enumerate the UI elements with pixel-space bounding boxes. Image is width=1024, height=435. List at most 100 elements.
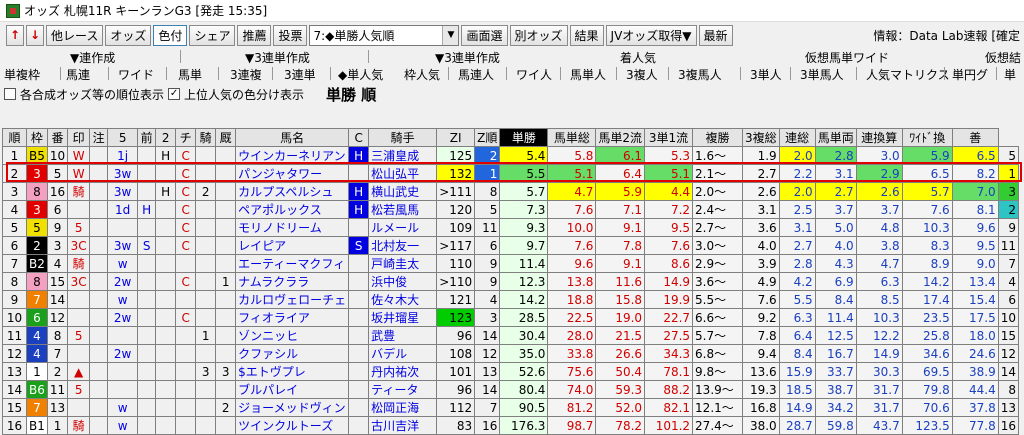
table-cell: 123.5 <box>901 416 953 435</box>
table-cell: 浜中俊 <box>368 272 438 291</box>
odds-button[interactable]: オッズ <box>105 24 152 46</box>
column-header[interactable]: 馬単2流 <box>595 128 646 147</box>
table-cell: 12.2 <box>855 326 903 345</box>
tab-umaren-ninki[interactable]: 馬連人 <box>458 66 494 83</box>
tab-tan-more[interactable]: 単 <box>1004 66 1016 83</box>
recommend-button[interactable]: 推薦 <box>237 24 272 46</box>
column-header[interactable]: 5 <box>107 128 139 147</box>
prev-race-button[interactable]: ↑ <box>6 24 24 46</box>
column-header[interactable]: C <box>348 128 370 147</box>
table-cell: C <box>175 308 197 327</box>
column-header[interactable]: ZI <box>436 128 476 147</box>
table-cell: 5 <box>67 380 91 399</box>
column-header[interactable]: 2 <box>155 128 177 147</box>
column-header[interactable]: 印 <box>67 128 91 147</box>
table-row[interactable]: 9 7 14 w カルロヴェローチェ 佐々木大 121 4 14.2 18.8 15.8 19.9 5.… <box>2 290 1019 309</box>
table-row[interactable]: 10 6 12 2w C フィオライア 坂井瑠星 123 3 28.5 22.5 19.0 22.7 6.… <box>2 308 1019 327</box>
table-row[interactable]: 14 B6 11 5 ブルパレイ ティータ 96 14 80.4 74.0 59.3 88.2 13.9… <box>2 380 1019 399</box>
tab-tanen-graph[interactable]: 単円グ <box>952 66 988 83</box>
menu-group-3renfuku[interactable]: ▼3連単作成 <box>435 49 500 66</box>
table-row[interactable]: 4 3 6 1d H C ペアポルックス H 松若風馬 120 5 7.3 7.6 7.1 7.2 2.4〜 3… <box>2 200 1019 219</box>
title-bar: オッズ 札幌11R キーンランG3 [発走 15:35] <box>0 0 1024 22</box>
tab-ninki-matrix[interactable]: 人気マトリクス <box>866 66 950 83</box>
screen-select-button[interactable]: 画面選 <box>461 24 508 46</box>
share-button[interactable]: シェア <box>189 24 236 46</box>
result-button[interactable]: 結果 <box>569 24 604 46</box>
table-cell: 3w <box>107 164 139 183</box>
menu-group-3rentan[interactable]: ▼3連単作成 <box>245 49 310 66</box>
table-row[interactable]: 1 B5 10 W 1j H C ウインカーネリアン H 三浦皇成 125 2 5.4 5.8 6.1 5.3… <box>2 146 1019 165</box>
table-cell: 11.4 <box>814 308 857 327</box>
column-header[interactable]: 馬単総 <box>547 128 597 147</box>
table-row[interactable]: 13 1 2 ▲ 3 3 $エトヴプレ 丹内祐次 101 13 52.6 75.6 50.4 78.1 9.… <box>2 362 1019 381</box>
table-cell: 2.0 <box>778 146 816 165</box>
menu-group-virtual[interactable]: 仮想馬単ワイド <box>805 49 889 66</box>
chevron-down-icon[interactable]: ▼ <box>442 25 459 45</box>
column-header[interactable]: 連換算 <box>855 128 903 147</box>
column-header[interactable]: 騎 <box>195 128 217 147</box>
color-button[interactable]: 色付 <box>153 24 188 46</box>
column-header[interactable]: 馬名 <box>235 128 350 147</box>
column-header[interactable]: 馬単両 <box>814 128 857 147</box>
column-header[interactable]: Z順 <box>474 128 501 147</box>
table-cell <box>137 416 157 435</box>
other-odds-button[interactable]: 別オッズ <box>509 24 568 46</box>
tab-wide[interactable]: ワイド <box>118 66 154 83</box>
color-top-checkbox[interactable]: ✓ <box>168 88 181 100</box>
column-header[interactable]: 厩 <box>215 128 237 147</box>
column-header[interactable]: 騎手 <box>368 128 438 147</box>
table-cell: 3.1 <box>742 200 780 219</box>
table-row[interactable]: 3 8 16 騎 3w H C 2 カルプスペルシュ H 横山武史 >111 8 5.7 4.7 5.9 4.4… <box>2 182 1019 201</box>
menu-group-popularity[interactable]: 着人気 <box>620 49 656 66</box>
table-cell: 2 <box>215 398 237 417</box>
jv-odds-button[interactable]: JVオッズ取得▼ <box>605 24 697 46</box>
tab-wide-ninki[interactable]: ワイ人 <box>516 66 552 83</box>
table-cell: >110 <box>436 272 476 291</box>
table-row[interactable]: 6 2 3 3C 3w S C レイピア S 北村友一 >117 6 9.7 7.6 7.8 7.6 3.0〜 4… <box>2 236 1019 255</box>
table-row[interactable]: 12 4 7 2w クファシル バデル 108 12 35.0 33.8 26.6 34.3 6.8〜 9… <box>2 344 1019 363</box>
table-cell: 10.3 <box>901 218 953 237</box>
table-row[interactable]: 15 7 13 w 2 ジョーメッドヴィン 松岡正海 112 7 90.5 81.2 52.0 82.1… <box>2 398 1019 417</box>
column-header[interactable]: 番 <box>46 128 69 147</box>
tab-3rentan[interactable]: 3連単 <box>284 66 316 83</box>
rank-display-checkbox[interactable] <box>4 88 16 100</box>
table-row[interactable]: 8 8 15 3C 2w C 1 ナムラクララ 浜中俊 >110 9 12.3 13.8 11.6 14.9… <box>2 272 1019 291</box>
column-header[interactable]: 順 <box>2 128 27 147</box>
vote-button[interactable]: 投票 <box>273 24 308 46</box>
table-cell <box>137 326 157 345</box>
table-cell: 14.9 <box>855 344 903 363</box>
column-header[interactable]: 注 <box>89 128 109 147</box>
column-header[interactable]: 前 <box>137 128 157 147</box>
column-header[interactable]: 連総 <box>778 128 816 147</box>
column-header[interactable]: チ <box>175 128 197 147</box>
tab-3tanuma-ninki[interactable]: 3単馬人 <box>800 66 844 83</box>
sort-select[interactable]: 7:◆単勝人気順 ▼ <box>309 24 460 46</box>
table-row[interactable]: 16 B1 1 騎 w ツインクルトーズ 古川吉洋 83 16 176.3 98.7 78.2 101.… <box>2 416 1019 435</box>
tab-umatan[interactable]: 馬単 <box>178 66 202 83</box>
tab-3fukuuma-ninki[interactable]: 3複馬人 <box>678 66 722 83</box>
tab-3fuku-ninki[interactable]: 3複人 <box>626 66 658 83</box>
column-header[interactable]: 単勝 <box>499 128 549 147</box>
menu-group-ren[interactable]: ▼連作成 <box>70 49 115 66</box>
tab-tanfukuwaku[interactable]: 単複枠 <box>4 66 40 83</box>
column-header[interactable]: 3単1流 <box>644 128 694 147</box>
table-row[interactable]: 5 5 9 5 C モリノドリーム ルメール 109 11 9.3 10.0 9.1 9.5 2.7〜 3.… <box>2 218 1019 237</box>
tab-umaren[interactable]: 馬連 <box>66 66 90 83</box>
table-row[interactable]: 2 3 5 W 3w C パンジャタワー 松山弘平 132 1 5.5 5.1 6.4 5.1 2.1〜 2.… <box>2 164 1019 183</box>
next-race-button[interactable]: ↓ <box>26 24 44 46</box>
other-race-button[interactable]: 他レース <box>46 24 104 46</box>
column-header[interactable]: 3複総 <box>742 128 780 147</box>
tab-tan-ninki[interactable]: ◆単人気 <box>338 66 383 83</box>
menu-group-virtual2[interactable]: 仮想結 <box>985 49 1021 66</box>
tab-umatan-ninki[interactable]: 馬単人 <box>570 66 606 83</box>
tab-3renpuku[interactable]: 3連複 <box>230 66 262 83</box>
tab-3tan-ninki[interactable]: 3単人 <box>750 66 782 83</box>
column-header[interactable]: 枠 <box>26 128 48 147</box>
table-row[interactable]: 7 B2 4 騎 w エーティーマクフィ 戸崎圭太 110 9 11.4 9.6 9.1 8.6 2.9〜… <box>2 254 1019 273</box>
latest-button[interactable]: 最新 <box>698 24 733 46</box>
table-row[interactable]: 11 4 8 5 1 ゾンニッヒ 武豊 96 14 30.4 28.0 21.5 27.5 5.7〜 7.8… <box>2 326 1019 345</box>
tab-waku-ninki[interactable]: 枠人気 <box>404 66 440 83</box>
column-header[interactable]: 善 <box>951 128 999 147</box>
column-header[interactable]: 複勝 <box>692 128 744 147</box>
column-header[interactable]: ﾜｲﾄﾞ換 <box>901 128 953 147</box>
